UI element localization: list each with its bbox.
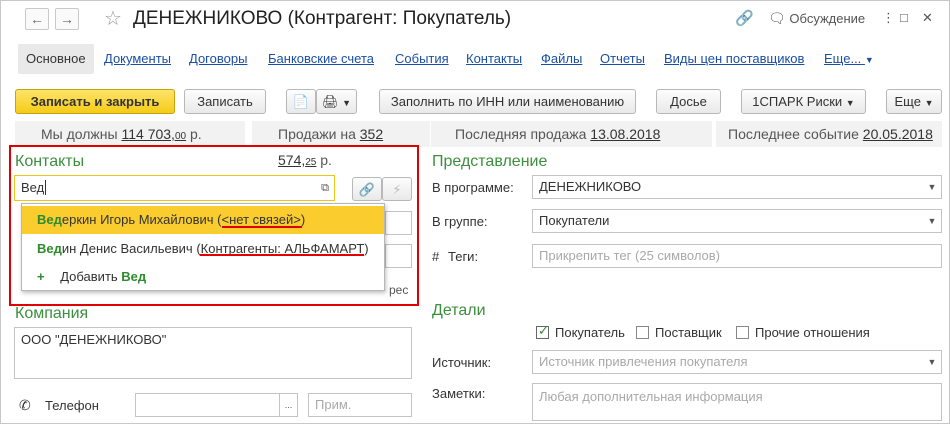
other-relations-checkbox[interactable] [736,326,749,339]
more-vertical-icon[interactable]: ⋮ [882,10,895,26]
sales-stat: Продажи на 352 574,25 р. [252,121,430,168]
phone-label: Телефон [45,398,99,413]
group-label: В группе: [432,214,488,229]
tab-main[interactable]: Основное [18,44,94,74]
dossier-button[interactable]: Досье [656,89,721,114]
tab-documents[interactable]: Документы [104,44,171,74]
document-icon: 📄 [292,94,310,109]
printer-icon: 🖨 [321,94,339,109]
tab-files[interactable]: Файлы [541,44,582,74]
page-title: ДЕНЕЖНИКОВО (Контрагент: Покупатель) [133,8,512,29]
phone-input[interactable]: ... [135,393,298,417]
dropdown-arrow-icon[interactable]: ▼ [923,176,941,198]
program-name-input[interactable]: ДЕНЕЖНИКОВО ▼ [532,175,942,199]
last-sale-link[interactable]: 13.08.2018 [590,126,660,142]
underline-mark [222,226,302,228]
tab-contracts[interactable]: Договоры [189,44,247,74]
arrow-left-icon: ← [30,11,44,27]
underline-mark [200,254,364,256]
dropdown-arrow-icon[interactable]: ▼ [923,351,941,373]
favorite-star-icon[interactable]: ☆ [104,6,122,31]
tab-more[interactable]: Еще... ▼ [824,44,874,74]
forward-button[interactable]: → [55,8,79,30]
dropdown-arrow-icon: ▼ [864,55,874,65]
maximize-icon[interactable]: □ [900,10,908,25]
we-owe-stat: Мы должны 114 703,00 р. [15,121,245,147]
hash-icon: # [432,249,440,264]
arrow-right-icon: → [60,11,74,27]
representation-heading: Представление [432,153,548,170]
source-select[interactable]: Источник привлечения покупателя ▼ [532,350,942,374]
autocomplete-popup: Ведеркин Игорь Михайлович (<нет связей>)… [21,203,385,291]
close-icon[interactable]: ✕ [922,10,933,26]
attach-document-button[interactable]: 📄 [286,89,316,114]
print-button[interactable]: 🖨 ▼ [316,89,357,114]
supplier-label: Поставщик [655,325,722,340]
add-contact-item[interactable]: + Добавить Вед [22,263,384,291]
plus-icon: + [37,269,45,284]
program-label: В программе: [432,180,514,195]
save-and-close-button[interactable]: Записать и закрыть [15,89,175,114]
tags-label: Теги: [448,249,479,264]
other-relations-label: Прочие отношения [755,325,870,340]
save-button[interactable]: Записать [184,89,266,114]
company-heading: Компания [15,305,89,322]
details-heading: Детали [432,302,486,319]
phone-select-button[interactable]: ... [279,394,297,416]
group-select[interactable]: Покупатели ▼ [532,209,942,233]
source-label: Источник: [432,355,492,370]
phone-note-input[interactable]: Прим. [308,393,412,417]
last-event-link[interactable]: 20.05.2018 [863,126,933,142]
tags-input[interactable]: Прикрепить тег (25 символов) [532,244,942,268]
link-icon[interactable]: 🔗 [735,9,754,27]
tab-supplier-price-types[interactable]: Виды цен поставщиков [664,44,804,74]
tab-bank-accounts[interactable]: Банковские счета [268,44,374,74]
tab-events[interactable]: События [395,44,449,74]
dropdown-arrow-icon: ▼ [924,98,934,108]
last-sale-stat: Последняя продажа 13.08.2018 [431,121,712,147]
chat-icon: 🗨 [768,10,786,26]
dropdown-arrow-icon: ▼ [845,98,855,108]
discussion-button[interactable]: 🗨 Обсуждение [768,10,865,27]
more-button[interactable]: Еще ▼ [886,89,942,114]
buyer-checkbox[interactable]: ✓ [536,323,549,339]
suggestion-item[interactable]: Ведин Денис Васильевич (Контрагенты: АЛЬ… [22,235,384,263]
supplier-checkbox[interactable] [636,326,649,339]
dropdown-arrow-icon: ▼ [342,98,352,108]
tab-contacts[interactable]: Контакты [466,44,522,74]
spark-risks-button[interactable]: 1СПАРК Риски ▼ [741,89,866,114]
buyer-label: Покупатель [555,325,625,340]
tab-reports[interactable]: Отчеты [600,44,645,74]
notes-textarea[interactable]: Любая дополнительная информация [532,383,942,421]
company-name-field[interactable]: ООО "ДЕНЕЖНИКОВО" [14,327,412,379]
we-owe-link[interactable]: 114 703,00 [121,126,186,142]
check-icon: ✓ [538,323,549,338]
notes-label: Заметки: [432,386,486,401]
dropdown-arrow-icon[interactable]: ▼ [923,210,941,232]
last-event-stat: Последнее событие 20.05.2018 [716,121,942,147]
phone-icon: ✆ [19,397,31,413]
back-button[interactable]: ← [25,8,49,30]
suggestion-item[interactable]: Ведеркин Игорь Михайлович (<нет связей>) [22,206,384,234]
fill-by-inn-button[interactable]: Заполнить по ИНН или наименованию [379,89,636,114]
